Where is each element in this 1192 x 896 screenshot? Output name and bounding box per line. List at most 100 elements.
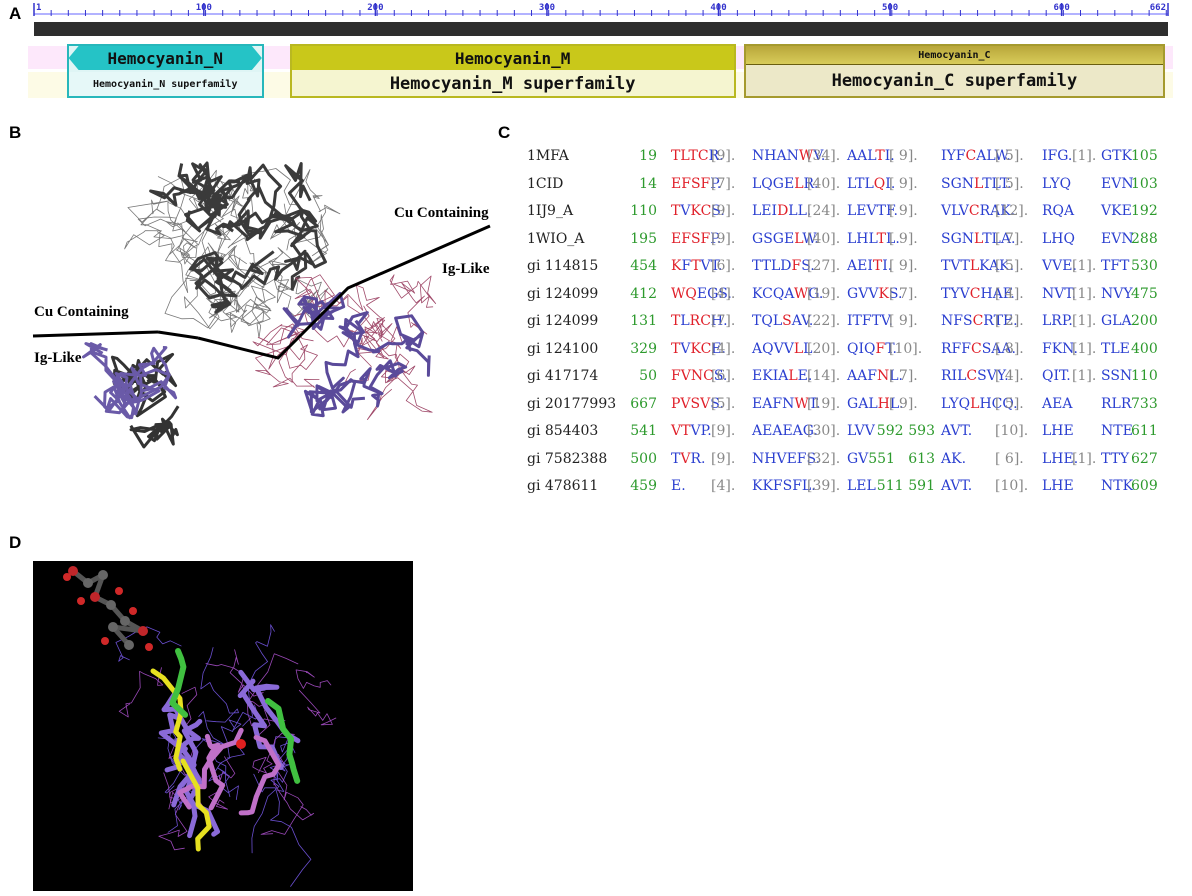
alignment-row: gi 114815 454 KFTVT. [6]. TTLDFS. [27]. AEITI.…	[527, 256, 1187, 276]
gap-length: [30].	[807, 423, 841, 439]
residue-wire	[200, 647, 239, 723]
end-position: 627	[1131, 450, 1158, 467]
sequence-id: 1CID	[527, 175, 564, 192]
aligned-segment: EVN	[1101, 175, 1134, 192]
gap-length: [10].	[889, 340, 923, 357]
gap-length: [ 6].	[995, 450, 1024, 467]
aligned-segment: RQA	[1042, 203, 1075, 219]
aligned-segment: TQLSAV.	[752, 313, 814, 329]
gap-length: [ 9].	[889, 175, 918, 192]
gap-length: [ 5].	[995, 148, 1024, 164]
oxygen-atom	[115, 587, 123, 595]
ruler-tick-label: 662	[1150, 3, 1166, 13]
ruler-tick-label: 400	[710, 3, 726, 13]
ruler-tick-label: 500	[882, 3, 898, 13]
gap-length: [ 9].	[889, 230, 918, 247]
domain-name: Hemocyanin_C	[746, 46, 1163, 65]
end-position: 110	[1131, 368, 1158, 384]
alignment-row: gi 417174 50 FVNCS. [6]. EKIALE. [14]. AAFNL.[…	[527, 366, 1187, 386]
gap-length: [39].	[807, 478, 841, 494]
label-ig-like-left: Ig-Like	[34, 350, 82, 366]
aligned-segment: NTK	[1101, 478, 1134, 494]
ligand-atom	[90, 592, 100, 602]
domain-superfamily: Hemocyanin_N superfamily	[68, 72, 262, 96]
gap-length: [24].	[807, 203, 841, 219]
alignment-row: gi 478611 459 E. [4]. KKFSFL. [39]. LEL AVT. [10…	[527, 476, 1187, 496]
sequence-id: 1MFA	[527, 148, 569, 164]
aligned-segment: VKE	[1101, 203, 1132, 219]
aligned-segment: QIT.	[1042, 368, 1071, 384]
sequence-id: gi 854403	[527, 423, 599, 439]
mid-position: 591	[908, 478, 935, 494]
end-position: 103	[1131, 175, 1158, 192]
ruler-tick-label: 100	[196, 3, 212, 13]
mid-position: 551	[868, 450, 895, 467]
gap-length: [9].	[711, 148, 736, 164]
domain-divider-left	[32, 330, 159, 338]
gap-length: [ 8].	[995, 340, 1024, 357]
aligned-segment: SSN	[1101, 368, 1133, 384]
start-position: 329	[630, 340, 657, 357]
start-position: 14	[639, 175, 657, 192]
gap-length: [40].	[807, 175, 841, 192]
ligand-atom	[98, 570, 108, 580]
gap-length: [ 9].	[889, 203, 918, 219]
oxygen-atom	[145, 643, 153, 651]
gap-length: [9].	[711, 423, 736, 439]
alignment-row: gi 854403 541 VTVP. [9]. AEAEAG. [30]. LVV AVT.…	[527, 421, 1187, 441]
aligned-segment: AEA	[1042, 395, 1073, 412]
panel-label-d: D	[9, 533, 22, 552]
aligned-segment: AALTI.	[847, 148, 895, 164]
sequence-id: gi 114815	[527, 258, 599, 274]
start-position: 667	[630, 395, 657, 412]
label-ig-like-right: Ig-Like	[442, 261, 490, 277]
gap-length: [34].	[807, 148, 841, 164]
end-position: 733	[1131, 395, 1158, 412]
sequence-id: gi 124100	[527, 340, 599, 357]
gap-length: [ 9].	[889, 148, 918, 164]
gap-length: [5].	[711, 395, 736, 412]
ruler-bar	[34, 22, 1168, 36]
gap-length: [4].	[711, 478, 736, 494]
gap-length: [9].	[711, 203, 736, 219]
alignment-row: gi 20177993 667 PVSVS. [5]. EAFNWT. [19]. GALH…	[527, 394, 1187, 414]
aligned-segment: E.	[671, 478, 686, 494]
ligand-atom	[124, 640, 134, 650]
gap-length: [20].	[807, 340, 841, 357]
sequence-id: gi 124099	[527, 313, 599, 329]
aligned-segment: NTE	[1101, 423, 1133, 439]
mid-position: 511	[876, 478, 904, 494]
ligand-atom	[83, 578, 93, 588]
panel-label-c: C	[498, 123, 511, 142]
alignment-row: gi 7582388 500 TVR. [9]. NHVEFS. [32]. GV AK.[ …	[527, 449, 1187, 469]
end-position: 611	[1131, 423, 1158, 439]
start-position: 195	[630, 230, 657, 247]
gap-length: [10].	[995, 478, 1029, 494]
gap-length: [9].	[711, 230, 736, 247]
end-position: 609	[1131, 478, 1158, 494]
gap-length: [ 7].	[889, 368, 918, 384]
start-position: 459	[630, 478, 657, 494]
domain-hemocyanin-n[interactable]: Hemocyanin_N Hemocyanin_N superfamily	[66, 44, 264, 98]
domain-divider-mid	[157, 330, 199, 340]
start-position: 19	[639, 148, 657, 164]
oxygen-atom	[77, 597, 85, 605]
domain-hemocyanin-m[interactable]: Hemocyanin_M Hemocyanin_M superfamily	[289, 44, 736, 98]
start-position: 541	[630, 423, 657, 439]
gap-length: [7].	[711, 313, 736, 329]
residue-wire	[298, 689, 337, 726]
aligned-segment: NVT.	[1042, 285, 1077, 302]
gap-length: [ 5].	[995, 258, 1024, 274]
gap-length: [1].	[1072, 285, 1097, 302]
alignment-row: gi 124099 131 TLRCH. [7]. TQLSAV. [22]. ITFTV.…	[527, 311, 1187, 331]
gap-length: [14].	[807, 368, 841, 384]
sequence-id: 1WIO_A	[527, 230, 585, 247]
gap-length: [ 9].	[889, 395, 918, 412]
oxygen-atom	[129, 607, 137, 615]
domain-divider-right	[197, 224, 491, 360]
ligand-atom	[108, 622, 118, 632]
gap-length: [1].	[1072, 368, 1097, 384]
alignment-row: 1IJ9_A 110 TVKCS. [9]. LEIDLL. [24]. LEVTF.[ 9…	[527, 201, 1187, 221]
domain-hemocyanin-c[interactable]: Hemocyanin_C Hemocyanin_C superfamily	[744, 44, 1165, 98]
alignment-row: 1WIO_A 195 EFSFP. [9]. GSGELW. [40]. LHLTL.[ 9…	[527, 229, 1187, 249]
